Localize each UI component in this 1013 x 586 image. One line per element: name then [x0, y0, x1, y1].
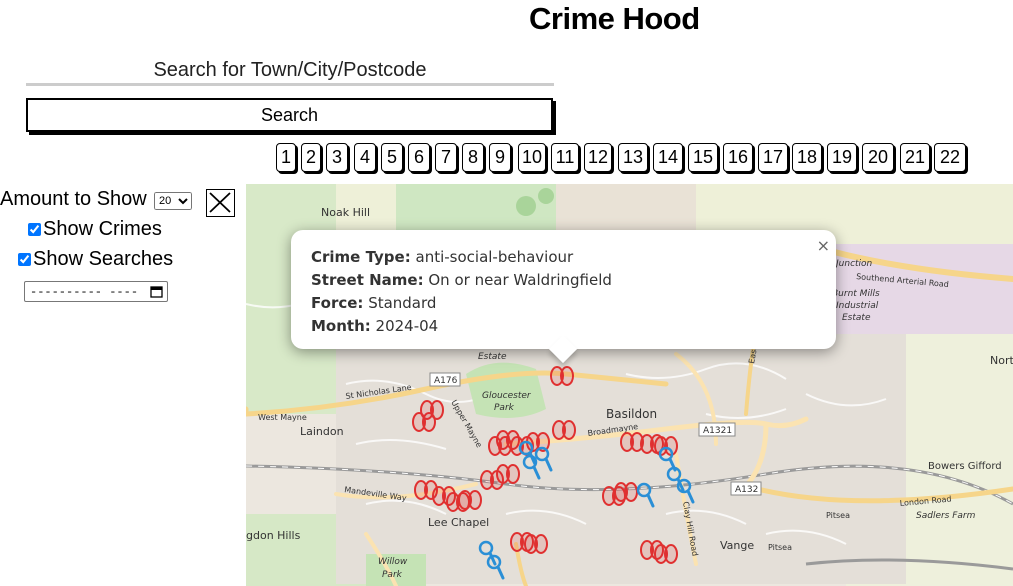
search-button[interactable]: Search [26, 98, 553, 132]
map-label-gloucester: Gloucester [482, 391, 532, 401]
page-button-18[interactable]: 18 [792, 143, 822, 172]
page-button-19[interactable]: 19 [827, 143, 857, 172]
page-button-20[interactable]: 20 [862, 143, 894, 172]
page-button-6[interactable]: 6 [408, 143, 430, 172]
show-searches-checkbox[interactable] [18, 253, 31, 266]
page-button-10[interactable]: 10 [518, 143, 546, 172]
amount-select[interactable]: 20 [154, 192, 192, 210]
map-label-west-mayne: West Mayne [258, 413, 307, 422]
show-searches-label: Show Searches [33, 248, 174, 270]
map-label-bowers-gifford: Bowers Gifford [928, 461, 1002, 472]
map-label-pitsea: Pitsea [826, 511, 850, 520]
street-label: Street Name: [311, 271, 424, 289]
map-label-park: Park [494, 403, 515, 413]
page-button-8[interactable]: 8 [462, 143, 484, 172]
map-label-north: Nort [990, 354, 1013, 367]
popup-street: Street Name: On or near Waldringfield [311, 269, 836, 292]
map-label-dunton: gdon Hills [246, 529, 301, 542]
amount-to-show-label: Amount to Show [0, 188, 147, 210]
street-value: On or near Waldringfield [428, 271, 612, 289]
map-label-a176: A176 [434, 376, 458, 386]
crime-type-value: anti-social-behaviour [415, 248, 574, 266]
crime-popup: × Crime Type: anti-social-behaviour Stre… [291, 230, 836, 364]
page-button-22[interactable]: 22 [934, 143, 966, 172]
month-value: 2024-04 [375, 317, 439, 335]
crime-marker[interactable] [524, 534, 548, 554]
crime-marker[interactable] [654, 436, 678, 456]
page-button-3[interactable]: 3 [326, 143, 348, 172]
crime-marker[interactable] [620, 432, 644, 452]
show-crimes-label: Show Crimes [43, 218, 162, 240]
map-label-a1321: A1321 [703, 426, 732, 436]
force-label: Force: [311, 294, 364, 312]
page-button-17[interactable]: 17 [758, 143, 788, 172]
crime-marker[interactable] [458, 490, 482, 510]
calendar-icon[interactable] [150, 285, 163, 298]
close-icon [209, 192, 231, 213]
page-button-15[interactable]: 15 [688, 143, 718, 172]
page-title: Crime Hood [529, 1, 700, 36]
map-label-willow: Willow [378, 557, 408, 567]
page-button-9[interactable]: 9 [489, 143, 511, 172]
page-button-1[interactable]: 1 [276, 143, 296, 172]
popup-force: Force: Standard [311, 292, 836, 315]
close-button[interactable] [206, 189, 235, 217]
search-input[interactable] [26, 58, 554, 86]
map-label-estate-2: Estate [478, 352, 507, 362]
crime-marker[interactable] [614, 482, 638, 502]
map-label-basildon: Basildon [606, 407, 657, 421]
popup-crime-type: Crime Type: anti-social-behaviour [311, 246, 836, 269]
month-date-input[interactable]: ---------- ---- [24, 281, 168, 302]
crime-marker[interactable] [488, 436, 512, 456]
show-crimes-checkbox[interactable] [28, 223, 41, 236]
force-value: Standard [368, 294, 437, 312]
crime-marker[interactable] [496, 464, 520, 484]
page-button-2[interactable]: 2 [301, 143, 321, 172]
popup-close-button[interactable]: × [817, 234, 830, 257]
map-label-junction: Junction [834, 259, 873, 269]
page-button-13[interactable]: 13 [618, 143, 648, 172]
page-button-14[interactable]: 14 [653, 143, 683, 172]
crime-type-label: Crime Type: [311, 248, 411, 266]
crime-marker[interactable] [654, 544, 678, 564]
page-button-11[interactable]: 11 [551, 143, 579, 172]
show-crimes-row[interactable]: Show Crimes [28, 218, 162, 241]
date-value: ---------- ---- [30, 284, 139, 299]
map-label-willow-park: Park [382, 570, 403, 580]
map-label-industrial: Industrial [836, 301, 879, 311]
map-label-sadlers: Sadlers Farm [916, 511, 976, 521]
map-label-burnt-mills: Burnt Mills [832, 289, 880, 299]
page-button-7[interactable]: 7 [435, 143, 457, 172]
map-label-a132: A132 [735, 485, 758, 495]
page-button-21[interactable]: 21 [900, 143, 930, 172]
page-button-4[interactable]: 4 [354, 143, 376, 172]
show-searches-row[interactable]: Show Searches [18, 248, 173, 271]
map-label-pitsea-2: Pitsea [768, 543, 792, 552]
crime-marker[interactable] [550, 366, 574, 386]
crime-marker[interactable] [412, 412, 436, 432]
page-button-5[interactable]: 5 [381, 143, 403, 172]
map-label-estate: Estate [842, 313, 871, 323]
page-button-12[interactable]: 12 [584, 143, 612, 172]
map-label-vange: Vange [720, 539, 754, 552]
popup-month: Month: 2024-04 [311, 315, 836, 338]
map-label-laindon: Laindon [300, 425, 344, 438]
month-label: Month: [311, 317, 371, 335]
map-label-noak-hill: Noak Hill [321, 206, 370, 219]
crime-marker[interactable] [552, 420, 576, 440]
map-label-lee-chapel: Lee Chapel [428, 516, 489, 529]
page-button-16[interactable]: 16 [723, 143, 753, 172]
